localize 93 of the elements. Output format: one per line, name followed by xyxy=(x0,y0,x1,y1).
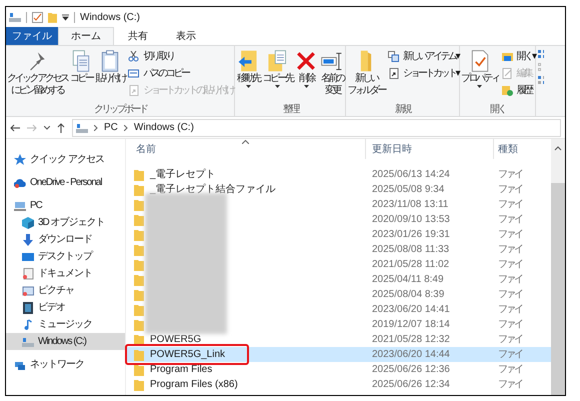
nav-item[interactable]: ドキュメント xyxy=(6,265,125,282)
breadcrumb[interactable]: PC xyxy=(104,120,118,135)
column-header[interactable]: 種類 xyxy=(494,139,518,159)
nav-item[interactable]: Windows (C:) xyxy=(6,333,125,350)
file-type: ファイ xyxy=(497,348,522,362)
ribbon-button[interactable]: 削除 xyxy=(294,49,318,88)
file-name: POWER5G xyxy=(150,333,202,347)
ribbon-tab[interactable]: ファイル xyxy=(6,27,58,45)
ribbon-small-button[interactable]: 切り取り xyxy=(128,49,234,63)
modified-date: 2025/04/11 8:49 xyxy=(371,273,445,287)
file-type: ファイ xyxy=(497,213,522,227)
group-label: 整理 xyxy=(282,103,300,116)
file-type: ファイ xyxy=(497,288,522,302)
modified-date: 2025/08/08 11:33 xyxy=(371,243,450,257)
address-bar[interactable]: PC Windows (C:) xyxy=(72,118,561,136)
modified-date: 2025/08/04 8:39 xyxy=(371,288,446,302)
nav-item[interactable]: クイック アクセス xyxy=(6,151,125,168)
modified-date: 2019/12/07 18:14 xyxy=(371,318,451,332)
file-type: ファイ xyxy=(497,258,522,272)
file-row[interactable]: Program Files (x86) 2025/06/26 12:34 ファイ xyxy=(126,377,551,392)
ribbon-small-button[interactable]: 開く ▾ xyxy=(502,49,534,63)
modified-date: 2025/06/13 14:24 xyxy=(371,168,451,182)
ribbon-tab[interactable]: 共有 xyxy=(114,27,162,45)
ribbon-small-button[interactable]: 履歴 xyxy=(502,83,534,97)
ribbon-tab[interactable]: ホーム xyxy=(58,27,114,45)
file-name: POWER5G_Link xyxy=(150,348,226,362)
ribbon-tab[interactable]: 表示 xyxy=(162,27,210,45)
file-name: Program Files (x86) xyxy=(150,378,238,392)
modified-date: 2023/06/20 14:41 xyxy=(371,303,451,317)
nav-item[interactable]: ダウンロード xyxy=(6,231,125,248)
group-label: 開く xyxy=(489,103,506,116)
file-row[interactable]: Program Files 2025/06/26 12:36 ファイ xyxy=(126,362,551,377)
file-name: _電子レセプト xyxy=(150,168,216,182)
modified-date: 2025/06/26 12:34 xyxy=(371,378,451,392)
ribbon-button[interactable]: 移動先 xyxy=(236,49,260,88)
file-row[interactable]: POWER5G 2021/05/28 12:32 ファイ xyxy=(126,332,551,347)
nav-item[interactable]: OneDrive - Personal xyxy=(6,174,125,191)
nav-item[interactable]: ピクチャ xyxy=(6,282,125,299)
modified-date: 2021/05/28 12:32 xyxy=(371,333,451,347)
file-row[interactable]: 2021/05/28 11:02 ファイ xyxy=(126,257,551,272)
modified-date: 2023/11/08 13:11 xyxy=(371,198,450,212)
file-row[interactable]: 2023/11/08 13:11 ファイ xyxy=(126,197,551,212)
file-type: ファイ xyxy=(497,243,522,257)
modified-date: 2025/06/26 12:36 xyxy=(371,363,451,377)
modified-date: 2020/09/10 13:53 xyxy=(371,213,451,227)
file-type: ファイ xyxy=(497,303,522,317)
nav-item[interactable]: 3D オブジェクト xyxy=(6,214,125,231)
file-type: ファイ xyxy=(497,333,522,347)
nav-item[interactable]: ネットワーク xyxy=(6,356,125,373)
file-type: ファイ xyxy=(497,183,522,197)
file-row[interactable]: 2020/09/10 13:53 ファイ xyxy=(126,212,551,227)
nav-item[interactable]: PC xyxy=(6,197,125,214)
modified-date: 2021/05/28 11:02 xyxy=(371,258,450,272)
ribbon-button[interactable]: コピー先 xyxy=(262,49,292,88)
file-type: ファイ xyxy=(497,318,522,332)
file-row[interactable]: _電子レセプト結合ファイル 2025/05/08 9:34 ファイ xyxy=(126,182,551,197)
file-type: ファイ xyxy=(497,273,522,287)
file-row[interactable]: 2019/12/07 18:14 ファイ xyxy=(126,317,551,332)
ribbon-button[interactable]: 貼り付け xyxy=(95,49,126,85)
file-name: Program Files xyxy=(150,363,212,377)
file-type: ファイ xyxy=(497,198,522,212)
breadcrumb[interactable]: Windows (C:) xyxy=(134,120,194,135)
ribbon-small-button[interactable]: 新しいアイテム ▾ xyxy=(388,49,458,63)
file-row[interactable]: 2025/08/08 11:33 ファイ xyxy=(126,242,551,257)
file-row[interactable]: 2023/06/20 14:41 ファイ xyxy=(126,302,551,317)
column-header[interactable]: 名前 xyxy=(126,139,366,159)
file-row[interactable]: 2025/08/04 8:39 ファイ xyxy=(126,287,551,302)
modified-date: 2025/05/08 9:34 xyxy=(371,183,446,197)
file-row[interactable]: 2025/04/11 8:49 ファイ xyxy=(126,272,551,287)
nav-item[interactable]: ミュージック xyxy=(6,316,125,333)
file-type: ファイ xyxy=(497,363,522,377)
file-row[interactable]: _電子レセプト 2025/06/13 14:24 ファイ xyxy=(126,167,551,182)
modified-date: 2023/06/20 14:44 xyxy=(371,348,451,362)
ribbon-button[interactable]: 新しい フォルダー xyxy=(347,49,385,97)
modified-date: 2023/01/26 19:31 xyxy=(371,228,451,242)
file-name: _電子レセプト結合ファイル xyxy=(150,182,276,197)
file-type: ファイ xyxy=(497,228,522,242)
ribbon-button[interactable]: クイック アクセス にピン留めする xyxy=(7,49,68,97)
file-row[interactable]: POWER5G_Link 2023/06/20 14:44 ファイ xyxy=(126,347,551,362)
nav-item[interactable]: ビデオ xyxy=(6,299,125,316)
ribbon-button[interactable]: コピー xyxy=(69,49,94,85)
window-title: Windows (C:) xyxy=(80,10,140,24)
group-label: 新規 xyxy=(394,102,412,116)
column-header[interactable]: 更新日時 xyxy=(366,139,494,159)
ribbon-button[interactable]: 名前の 変更 xyxy=(320,49,344,97)
nav-item[interactable]: デスクトップ xyxy=(6,248,125,265)
ribbon-small-button[interactable]: ショートカット ▾ xyxy=(388,66,458,80)
file-type: ファイ xyxy=(497,378,522,392)
file-type: ファイ xyxy=(497,168,522,182)
ribbon-button[interactable]: プロパティ xyxy=(461,49,499,88)
ribbon-small-button[interactable]: パスのコピー xyxy=(128,66,234,80)
file-row[interactable]: 2023/01/26 19:31 ファイ xyxy=(126,227,551,242)
group-label: クリップボード xyxy=(92,102,148,116)
